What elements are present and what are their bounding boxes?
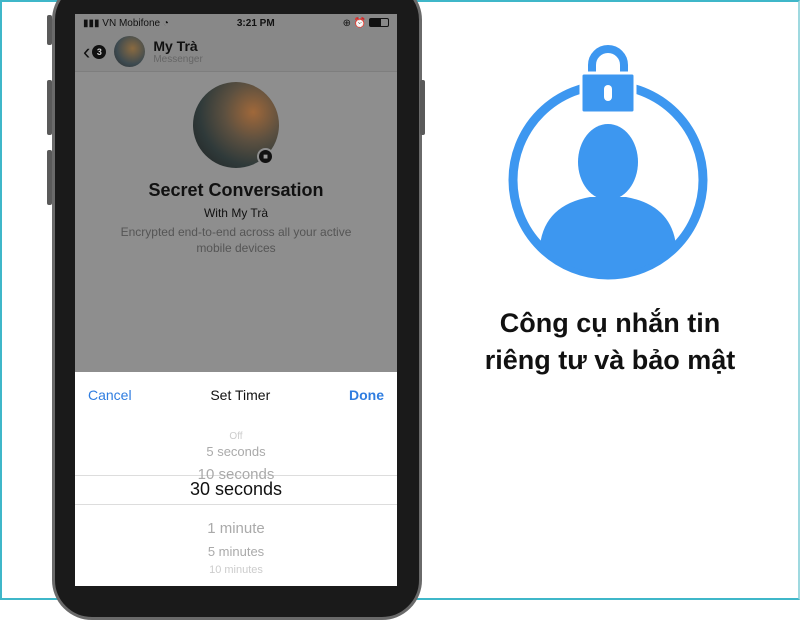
- timer-picker[interactable]: Off 5 seconds 10 seconds 30 seconds 1 mi…: [75, 418, 397, 578]
- promo-line-1: Công cụ nhắn tin: [499, 308, 721, 338]
- wifi-icon: ◔: [162, 17, 169, 29]
- picker-option[interactable]: 10 minutes: [75, 564, 397, 576]
- battery-icon: [369, 18, 389, 28]
- sheet-title: Set Timer: [210, 387, 271, 403]
- status-icons: ⊕ ⏰: [343, 18, 389, 29]
- lock-user-icon: [508, 45, 708, 280]
- chat-header: ‹ 3 My Trà Messenger: [75, 32, 397, 72]
- clock: 3:21 PM: [236, 17, 275, 29]
- encryption-note-2: mobile devices: [196, 241, 276, 255]
- volume-up: [47, 80, 52, 135]
- contact-name[interactable]: My Trà: [153, 38, 202, 54]
- mute-switch: [47, 15, 52, 45]
- back-icon[interactable]: ‹: [83, 39, 90, 65]
- phone-screen: ▮▮▮ VN Mobifone ◔ 3:21 PM ⊕ ⏰ ‹ 3 My Trà…: [75, 14, 397, 586]
- cancel-button[interactable]: Cancel: [88, 387, 132, 403]
- picker-option[interactable]: 5 minutes: [75, 544, 397, 559]
- lock-icon: ■: [257, 148, 274, 165]
- contact-subtitle: Messenger: [153, 54, 203, 65]
- power-button: [420, 80, 425, 135]
- carrier-text: VN Mobifone: [102, 17, 161, 29]
- picker-option[interactable]: Off: [75, 431, 397, 442]
- picker-option-selected[interactable]: 30 seconds: [75, 479, 397, 500]
- avatar[interactable]: [114, 36, 146, 67]
- status-bar: ▮▮▮ VN Mobifone ◔ 3:21 PM ⊕ ⏰: [75, 14, 397, 32]
- timer-sheet: Cancel Set Timer Done Off 5 seconds 10 s…: [75, 372, 397, 586]
- promo-line-2: riêng tư và bảo mật: [484, 345, 736, 375]
- encryption-note-1: Encrypted end-to-end across all your act…: [120, 225, 352, 239]
- volume-down: [47, 150, 52, 205]
- picker-option[interactable]: 1 minute: [75, 520, 397, 537]
- conversation-title: Secret Conversation: [148, 180, 324, 200]
- carrier: ▮▮▮ VN Mobifone ◔: [83, 17, 169, 29]
- picker-option[interactable]: 5 seconds: [75, 444, 397, 459]
- unread-badge: 3: [92, 44, 107, 59]
- conversation-with: With My Trà: [203, 206, 268, 220]
- done-button[interactable]: Done: [349, 387, 384, 403]
